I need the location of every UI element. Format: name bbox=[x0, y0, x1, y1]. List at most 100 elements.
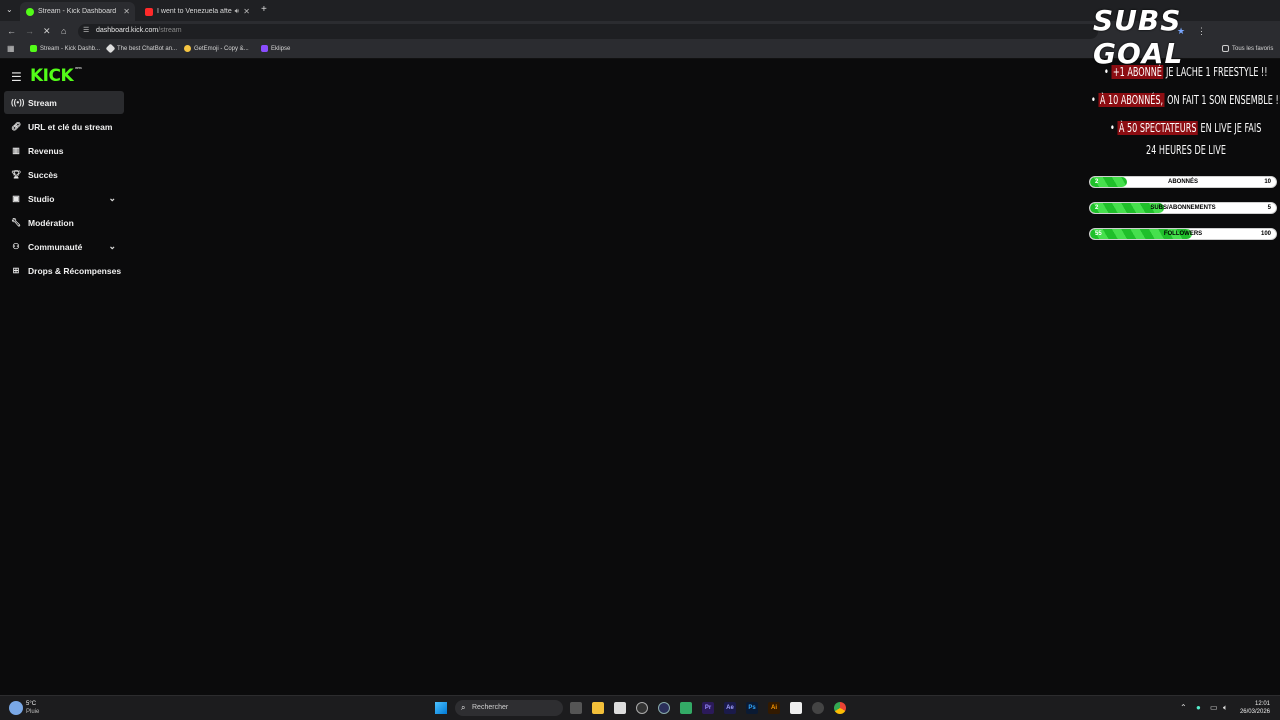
clock[interactable]: 12:01 26/03/2026 bbox=[1240, 700, 1270, 716]
address-bar[interactable]: ☰ dashboard.kick.com/stream bbox=[78, 24, 1098, 39]
taskbar-search-box[interactable]: ⌕ Rechercher bbox=[455, 700, 563, 716]
kick-favicon-icon bbox=[30, 45, 37, 52]
windows-start-icon[interactable] bbox=[435, 702, 447, 714]
community-icon: ⚇ bbox=[12, 242, 20, 251]
progress-label: FOLLOWERS bbox=[1163, 231, 1203, 237]
sidebar-item-studio[interactable]: ▣ Studio ⌄ bbox=[4, 187, 124, 210]
capcut-icon[interactable] bbox=[790, 702, 802, 714]
app-icon[interactable] bbox=[812, 702, 824, 714]
search-icon: ⌕ bbox=[461, 703, 466, 712]
bookmark-kick[interactable]: Stream - Kick Dashb... bbox=[30, 45, 100, 52]
home-icon[interactable]: ⌂ bbox=[61, 25, 66, 37]
sidebar-item-label: URL et clé du stream bbox=[28, 121, 113, 132]
subs-goal-title: SUBS GOAL bbox=[1093, 4, 1184, 70]
chrome-icon[interactable] bbox=[834, 702, 846, 714]
task-view-icon[interactable] bbox=[570, 702, 582, 714]
browser-toolbar: ← → ✕ ⌂ ☰ dashboard.kick.com/stream ★ ⋮ bbox=[0, 21, 1280, 41]
bookmark-getemoji[interactable]: GetEmoji - Copy &... bbox=[184, 45, 249, 52]
new-tab-button[interactable]: + bbox=[261, 4, 267, 15]
microphone-icon[interactable]: ● bbox=[1196, 703, 1201, 712]
youtube-favicon-icon bbox=[145, 7, 153, 16]
stop-icon[interactable]: ✕ bbox=[43, 25, 51, 37]
kick-favicon-icon bbox=[26, 7, 34, 16]
weather-description[interactable]: Pluie bbox=[26, 709, 39, 715]
tab-kick-dashboard[interactable]: Stream - Kick Dashboard ✕ bbox=[20, 2, 135, 21]
url-text: dashboard.kick.com/stream bbox=[96, 27, 182, 34]
browser-tab-strip: ⌄ Stream - Kick Dashboard ✕ I went to Ve… bbox=[0, 0, 1280, 21]
broadcast-icon: ((•)) bbox=[11, 98, 25, 107]
speaker-icon[interactable]: 🔊︎ bbox=[235, 8, 239, 16]
network-icon[interactable]: ▭ bbox=[1210, 703, 1218, 712]
after-effects-icon[interactable]: Ae bbox=[724, 702, 736, 714]
emoji-icon bbox=[184, 45, 191, 52]
chatbot-icon bbox=[105, 43, 116, 54]
forward-icon[interactable]: → bbox=[25, 25, 34, 37]
sidebar-item-revenue[interactable]: ▥ Revenus bbox=[4, 139, 124, 162]
chevron-down-icon[interactable]: ⌄ bbox=[108, 241, 116, 252]
tab-title: Stream - Kick Dashboard bbox=[38, 8, 117, 15]
bookmark-eklipse[interactable]: Eklipse bbox=[261, 45, 290, 52]
chart-icon: ▥ bbox=[12, 146, 20, 155]
kick-logo[interactable]: KICK BETA bbox=[30, 66, 82, 86]
back-icon[interactable]: ← bbox=[7, 25, 16, 37]
sidebar-item-moderation[interactable]: 🔧︎ Modération bbox=[4, 211, 124, 234]
close-icon[interactable]: ✕ bbox=[123, 7, 130, 16]
sidebar-item-stream-url-key[interactable]: 🔗︎ URL et clé du stream bbox=[4, 115, 124, 138]
menu-icon[interactable]: ☰ bbox=[11, 70, 22, 84]
sidebar-item-label: Drops & Récompenses bbox=[28, 265, 122, 276]
progress-bar-subs: 2 SUBS/ABONNEMENTS 5 bbox=[1089, 202, 1277, 214]
gift-icon: ⊞ bbox=[12, 266, 20, 275]
progress-max: 10 bbox=[1264, 179, 1271, 185]
file-explorer-icon[interactable] bbox=[592, 702, 604, 714]
eklipse-icon bbox=[261, 45, 268, 52]
tab-title: I went to Venezuela after M bbox=[157, 8, 232, 15]
progress-max: 5 bbox=[1267, 205, 1271, 211]
weather-icon[interactable] bbox=[9, 701, 23, 715]
kick-sidebar: ☰ KICK BETA ((•)) Stream 🔗︎ URL et clé du… bbox=[0, 61, 128, 695]
illustrator-icon[interactable]: Ai bbox=[768, 702, 780, 714]
progress-label: SUBS/ABONNEMENTS bbox=[1150, 205, 1216, 211]
chevron-up-icon[interactable]: ⌃ bbox=[1180, 703, 1187, 712]
studio-icon: ▣ bbox=[12, 194, 20, 203]
close-icon[interactable]: ✕ bbox=[243, 7, 250, 16]
bookmarks-bar: ▦ Stream - Kick Dashb... The best ChatBo… bbox=[0, 41, 1280, 59]
goal-line-3-tail: 24 HEURES DE LIVE bbox=[1146, 143, 1226, 157]
app-icon[interactable] bbox=[680, 702, 692, 714]
sidebar-item-drops-rewards[interactable]: ⊞ Drops & Récompenses bbox=[4, 259, 124, 282]
tab-search-icon[interactable]: ⌄ bbox=[6, 5, 13, 14]
progress-bar-subscribers: 2 ABONNÉS 10 bbox=[1089, 176, 1277, 188]
bookmark-chatbot[interactable]: The best ChatBot an... bbox=[105, 43, 177, 54]
sidebar-item-label: Studio bbox=[28, 193, 55, 204]
sidebar-item-label: Succès bbox=[28, 169, 58, 180]
trophy-icon: 🏆︎ bbox=[11, 170, 22, 179]
goal-line-2: • À 10 ABONNÉS, ON FAIT 1 SON ENSEMBLE !… bbox=[1091, 93, 1280, 107]
apps-grid-icon[interactable]: ▦ bbox=[7, 44, 15, 53]
premiere-icon[interactable]: Pr bbox=[702, 702, 714, 714]
site-info-icon[interactable]: ☰ bbox=[83, 26, 89, 34]
sidebar-item-community[interactable]: ⚇ Communauté ⌄ bbox=[4, 235, 124, 258]
sidebar-item-label: Stream bbox=[28, 97, 57, 108]
store-icon[interactable] bbox=[614, 702, 626, 714]
sidebar-item-label: Revenus bbox=[28, 145, 64, 156]
obs-icon[interactable] bbox=[636, 702, 648, 714]
weather-temperature[interactable]: 5°C bbox=[26, 701, 36, 707]
davinci-icon[interactable] bbox=[658, 702, 670, 714]
sidebar-item-stream[interactable]: ((•)) Stream bbox=[4, 91, 124, 114]
tab-youtube-video[interactable]: I went to Venezuela after M 🔊︎ ✕ bbox=[139, 2, 255, 21]
search-placeholder: Rechercher bbox=[472, 704, 509, 711]
clock-date: 26/03/2026 bbox=[1239, 709, 1270, 715]
wrench-icon: 🔧︎ bbox=[11, 218, 22, 227]
progress-label: ABONNÉS bbox=[1167, 179, 1198, 185]
progress-max: 100 bbox=[1260, 231, 1271, 237]
windows-taskbar: 5°C Pluie ⌕ Rechercher Pr Ae Ps Ai ⌃ ● ▭… bbox=[0, 695, 1280, 720]
sidebar-item-label: Modération bbox=[28, 217, 74, 228]
goal-line-3: • À 50 SPECTATEURS EN LIVE JE FAIS bbox=[1110, 121, 1262, 135]
sidebar-item-label: Communauté bbox=[28, 241, 83, 252]
volume-icon[interactable]: 🔈︎ bbox=[1223, 703, 1228, 713]
chevron-down-icon[interactable]: ⌄ bbox=[108, 193, 116, 204]
clock-time: 12:01 bbox=[1254, 701, 1270, 707]
photoshop-icon[interactable]: Ps bbox=[746, 702, 758, 714]
goal-line-1: • +1 ABONNÉ JE LACHE 1 FREESTYLE !! bbox=[1104, 65, 1268, 79]
progress-bar-followers: 55 FOLLOWERS 100 bbox=[1089, 228, 1277, 240]
sidebar-item-achievements[interactable]: 🏆︎ Succès bbox=[4, 163, 124, 186]
